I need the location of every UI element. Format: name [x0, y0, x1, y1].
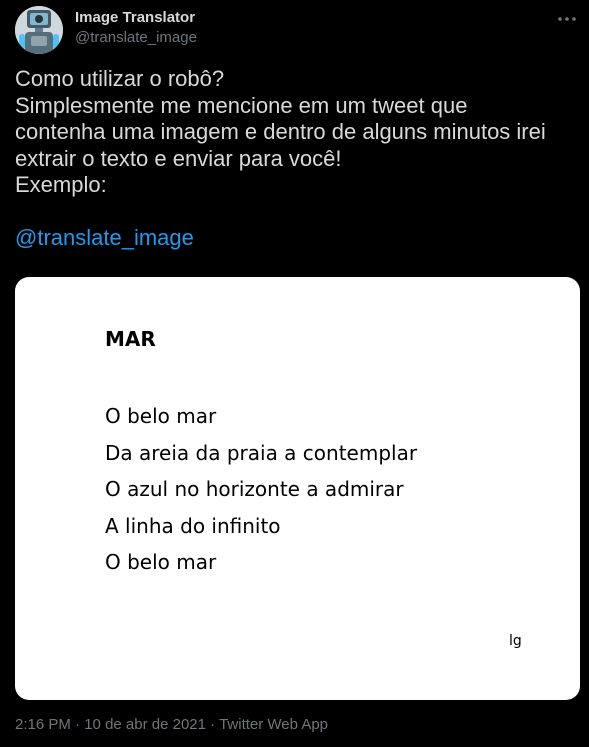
poem-title: MAR — [105, 327, 156, 351]
tweet-metadata: 2:16 PM · 10 de abr de 2021 · Twitter We… — [15, 716, 328, 733]
more-options-icon[interactable] — [556, 8, 578, 30]
author-names: Image Translator @translate_image — [75, 8, 197, 48]
tweet-header: Image Translator @translate_image — [15, 6, 580, 54]
mention-link[interactable]: @translate_image — [15, 225, 575, 252]
tweet-line: contenha uma imagem e dentro de alguns m… — [15, 119, 546, 144]
tweet-date[interactable]: 10 de abr de 2021 — [84, 716, 206, 733]
meta-separator: · — [206, 716, 220, 733]
poem-lines: O belo mar Da areia da praia a contempla… — [105, 398, 417, 581]
author-display-name[interactable]: Image Translator — [75, 8, 197, 28]
poem-signature: lg — [509, 633, 522, 649]
meta-separator: · — [70, 716, 85, 733]
poem-line: O belo mar — [105, 404, 217, 428]
tweet-text: Como utilizar o robô? Simplesmente me me… — [15, 66, 575, 252]
poem-line: Da areia da praia a contemplar — [105, 440, 418, 465]
tweet-line: Como utilizar o robô? — [15, 66, 225, 91]
poem-line: O belo mar — [105, 550, 217, 574]
poem: MAR O belo mar Da areia da praia a conte… — [105, 326, 417, 581]
tweet-line: Exemplo: — [15, 172, 107, 197]
tweet-line: Simplesmente me mencione em um tweet que — [15, 92, 468, 118]
poem-line: A linha do infinito — [105, 513, 281, 538]
robot-avatar-icon[interactable] — [15, 6, 63, 54]
tweet: Image Translator @translate_image Como u… — [0, 0, 589, 747]
author-handle[interactable]: @translate_image — [75, 28, 197, 48]
tweet-time[interactable]: 2:16 PM — [15, 716, 71, 733]
poem-line: O azul no horizonte a admirar — [105, 477, 404, 501]
tweet-image[interactable]: MAR O belo mar Da areia da praia a conte… — [15, 277, 580, 700]
tweet-line: extrair o texto e enviar para você! — [15, 145, 342, 171]
tweet-source-link[interactable]: Twitter Web App — [219, 716, 328, 733]
